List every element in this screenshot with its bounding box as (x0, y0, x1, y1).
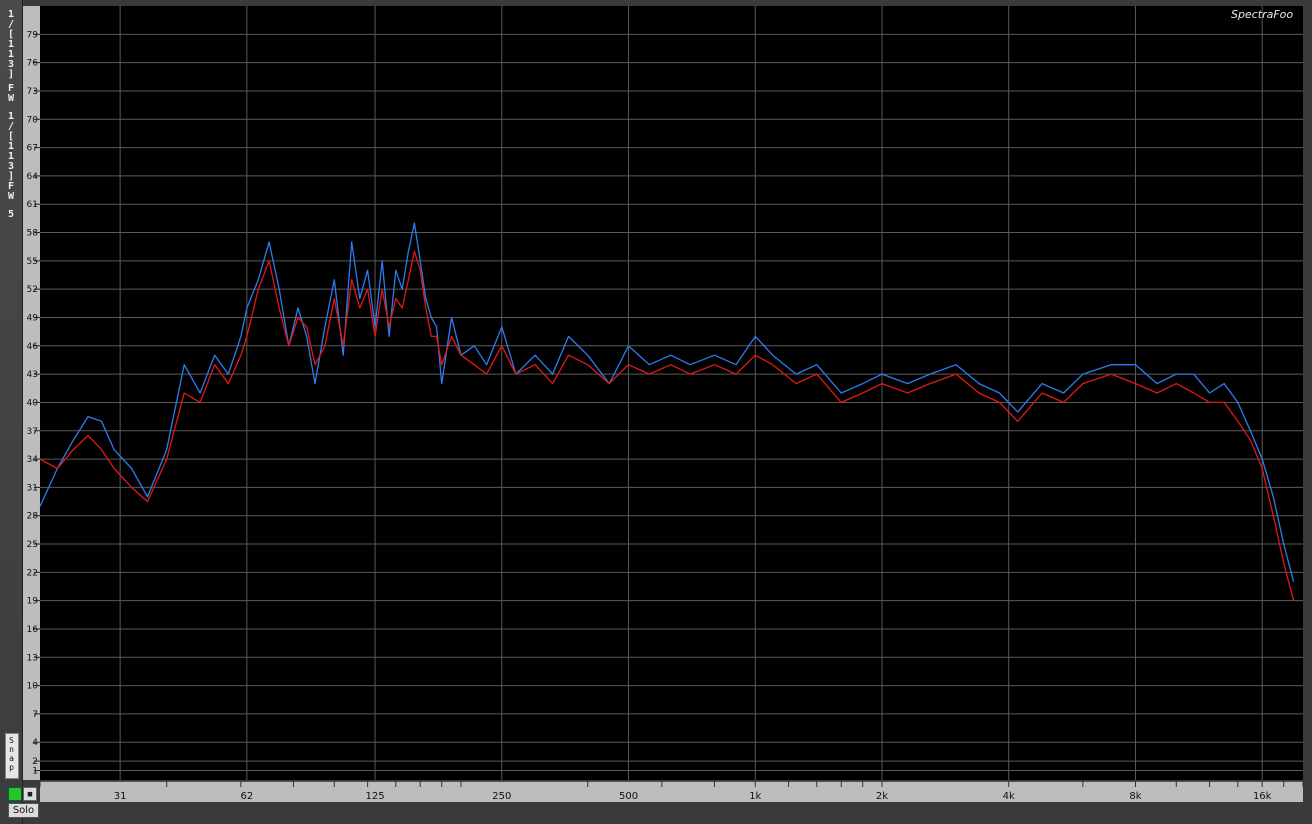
y-tick-label: 58 (27, 229, 39, 239)
y-tick-label: 52 (27, 285, 38, 295)
y-tick-label: 55 (27, 257, 38, 267)
y-axis-ticks: 7976737067646158555249464340373431282522… (27, 30, 40, 777)
x-tick-label: 31 (114, 791, 127, 802)
x-tick-label: 1k (749, 791, 761, 802)
y-tick-label: 40 (27, 398, 39, 408)
y-tick-label: 46 (27, 342, 39, 352)
y-tick-label: 49 (27, 313, 39, 323)
y-tick-label: 31 (27, 483, 38, 493)
x-tick-label: 2k (876, 791, 888, 802)
y-tick-label: 61 (27, 200, 38, 210)
y-tick-label: 1 (32, 767, 38, 777)
y-tick-label: 4 (32, 738, 38, 748)
x-tick-label: 125 (366, 791, 385, 802)
plot-background (40, 6, 1303, 780)
y-tick-label: 22 (27, 568, 38, 578)
y-tick-label: 37 (27, 427, 38, 437)
y-tick-label: 79 (27, 30, 39, 40)
x-tick-label: 250 (492, 791, 511, 802)
y-tick-label: 34 (27, 455, 39, 465)
y-tick-label: 67 (27, 144, 38, 154)
x-tick-label: 4k (1003, 791, 1015, 802)
y-tick-label: 13 (27, 653, 38, 663)
brand-logo-text: SpectraFoo (1231, 8, 1294, 21)
y-tick-label: 43 (27, 370, 38, 380)
x-tick-label: 62 (240, 791, 253, 802)
x-tick-label: 16k (1253, 791, 1272, 802)
y-tick-label: 10 (27, 682, 39, 692)
y-tick-label: 19 (27, 597, 39, 607)
y-tick-label: 16 (27, 625, 39, 635)
y-tick-label: 70 (27, 115, 39, 125)
y-tick-label: 28 (27, 512, 39, 522)
x-tick-label: 8k (1129, 791, 1141, 802)
x-tick-label: 500 (619, 791, 638, 802)
y-tick-label: 73 (27, 87, 38, 97)
y-tick-label: 64 (27, 172, 39, 182)
spectrum-plot: 7976737067646158555249464340373431282522… (27, 6, 1304, 802)
y-tick-label: 25 (27, 540, 38, 550)
y-tick-label: 76 (27, 59, 39, 69)
x-axis-ticks: 31 62 125 250 500 1k 2k 4k 8k 16k (39, 781, 1304, 802)
y-tick-label: 2 (32, 757, 38, 767)
y-tick-label: 7 (32, 710, 38, 720)
spectrum-analyzer-window: 1/[1 1 3] F W 1/[1 1 3] F W 5 Snap ◼ Solo 79 76 73 70… (0, 0, 1312, 824)
